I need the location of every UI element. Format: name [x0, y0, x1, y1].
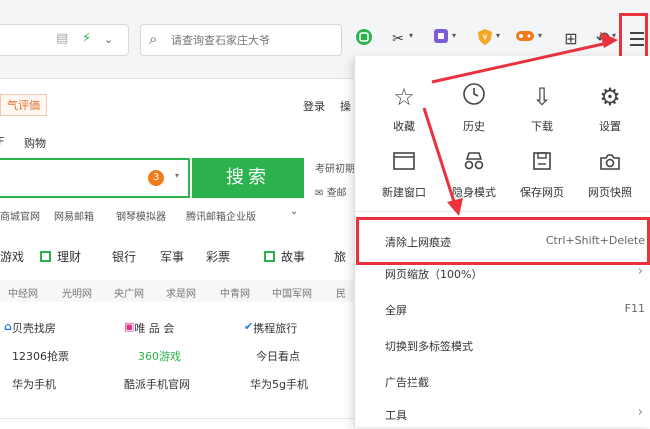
- menu-multi-tab-mode[interactable]: 切换到多标签模式: [355, 330, 650, 360]
- save-icon: [507, 148, 577, 178]
- site-link[interactable]: ▣ 唯 品 会: [124, 320, 174, 335]
- site-link[interactable]: 今日看点: [256, 348, 300, 364]
- menu-favorites[interactable]: ☆ 收藏: [369, 82, 439, 134]
- site-link[interactable]: 360游戏: [138, 348, 181, 364]
- clear-history-highlight: [356, 217, 650, 265]
- site-link[interactable]: 华为5g手机: [250, 376, 308, 392]
- menu-ad-block[interactable]: 广告拦截: [355, 366, 650, 396]
- scissors-icon[interactable]: ✂: [387, 28, 409, 50]
- incognito-icon: [439, 148, 509, 178]
- chevron-right-icon: ›: [637, 264, 643, 279]
- download-icon: ⇩: [531, 83, 553, 111]
- media-link[interactable]: 民: [336, 285, 346, 300]
- category-link[interactable]: 旅: [334, 248, 346, 265]
- weather-widget[interactable]: 气评価: [0, 94, 47, 116]
- menu-history[interactable]: 历史: [439, 82, 509, 134]
- nav-tab-partial[interactable]: F: [0, 135, 4, 148]
- menu-downloads[interactable]: ⇩ 下载: [507, 82, 577, 134]
- media-links-row: 中经网 光明网 央广网 求是网 中青网 中国军网 民: [0, 280, 355, 302]
- search-suggestion-badge: 3: [148, 170, 164, 186]
- lightning-icon[interactable]: ⚡: [82, 31, 91, 46]
- grid-icon[interactable]: ⊞: [560, 28, 582, 50]
- svg-text:¥: ¥: [482, 33, 487, 42]
- media-link[interactable]: 求是网: [166, 285, 196, 300]
- menu-incognito[interactable]: 隐身模式: [439, 148, 509, 200]
- mail-check-link[interactable]: ✉ 查邮: [315, 184, 347, 199]
- menu-fullscreen[interactable]: 全屏 F11: [355, 294, 650, 324]
- menu-divider: [355, 211, 650, 212]
- media-link[interactable]: 中国军网: [272, 285, 312, 300]
- mail-icon: ✉: [315, 188, 327, 199]
- address-bar[interactable]: ▤ ⚡ ⌄: [0, 24, 129, 56]
- site-link[interactable]: 华为手机: [12, 376, 56, 392]
- vip-icon: ▣: [124, 320, 135, 333]
- site-link[interactable]: 12306抢票: [12, 348, 69, 364]
- extension-icon[interactable]: [430, 28, 452, 50]
- category-link[interactable]: 游戏: [0, 248, 24, 265]
- history-icon: [439, 82, 509, 112]
- story-icon: [264, 251, 275, 262]
- beike-icon: ⌂: [4, 320, 12, 333]
- search-engine-caret[interactable]: ▾: [175, 171, 179, 180]
- media-link[interactable]: 光明网: [62, 285, 92, 300]
- category-link[interactable]: 故事: [264, 248, 305, 265]
- camera-icon: [575, 148, 645, 178]
- site-link[interactable]: ⌂ 贝壳找房: [4, 320, 56, 335]
- game-icon[interactable]: [514, 28, 536, 50]
- login-more-link[interactable]: 操: [340, 98, 351, 114]
- nav-tab-shopping[interactable]: 购物: [24, 135, 46, 151]
- site-link[interactable]: 酷派手机官网: [124, 376, 190, 392]
- shield-icon[interactable]: ¥: [474, 28, 496, 50]
- media-link[interactable]: 中经网: [8, 285, 38, 300]
- star-icon: ☆: [393, 83, 415, 111]
- more-chevron-icon[interactable]: ⌄: [290, 206, 298, 217]
- login-link[interactable]: 登录: [303, 98, 325, 114]
- quick-link[interactable]: 钢琴模拟器: [116, 208, 166, 223]
- category-link[interactable]: 银行: [112, 248, 136, 265]
- category-link[interactable]: 军事: [160, 248, 184, 265]
- shield-dropdown-caret[interactable]: ▾: [496, 31, 500, 40]
- side-news-link[interactable]: 考研初期: [315, 160, 355, 175]
- undo-dropdown-caret[interactable]: ▾: [612, 31, 616, 40]
- scissors-dropdown-caret[interactable]: ▾: [409, 31, 413, 40]
- translate-icon[interactable]: ▤: [56, 31, 68, 46]
- quick-link[interactable]: 腾讯邮箱企业版: [186, 208, 256, 223]
- chevron-right-icon: ›: [637, 405, 643, 420]
- toolbar-search-input[interactable]: [169, 30, 333, 50]
- extension-dropdown-caret[interactable]: ▾: [452, 31, 456, 40]
- search-icon: ⌕: [149, 30, 158, 48]
- toolbar-search-box[interactable]: ⌕: [140, 24, 342, 56]
- undo-icon[interactable]: ↶: [592, 28, 614, 50]
- site-link[interactable]: ✔ 携程旅行: [244, 320, 297, 335]
- gear-icon: ⚙: [599, 83, 621, 111]
- new-window-icon: [369, 148, 439, 178]
- menu-page-snapshot[interactable]: 网页快照: [575, 148, 645, 200]
- category-link[interactable]: 彩票: [206, 248, 230, 265]
- menu-save-page[interactable]: 保存网页: [507, 148, 577, 200]
- category-link[interactable]: 理财: [40, 248, 81, 265]
- divider: [0, 418, 355, 419]
- chevron-down-icon[interactable]: ⌄: [104, 33, 113, 46]
- finance-icon: [40, 251, 51, 262]
- menu-tools[interactable]: 工具 ›: [355, 399, 650, 429]
- category-row: 游戏 理财 银行 军事 彩票 故事 旅: [0, 244, 355, 268]
- game-dropdown-caret[interactable]: ▾: [538, 31, 542, 40]
- search-button[interactable]: 搜索: [192, 158, 304, 198]
- ctrip-icon: ✔: [244, 320, 254, 333]
- menu-settings[interactable]: ⚙ 设置: [575, 82, 645, 134]
- quick-link[interactable]: 商城官网: [0, 208, 40, 223]
- menu-new-window[interactable]: 新建窗口: [369, 148, 439, 200]
- quick-link[interactable]: 网易邮箱: [54, 208, 94, 223]
- screenshot-icon[interactable]: [353, 28, 375, 50]
- media-link[interactable]: 中青网: [220, 285, 250, 300]
- media-link[interactable]: 央广网: [114, 285, 144, 300]
